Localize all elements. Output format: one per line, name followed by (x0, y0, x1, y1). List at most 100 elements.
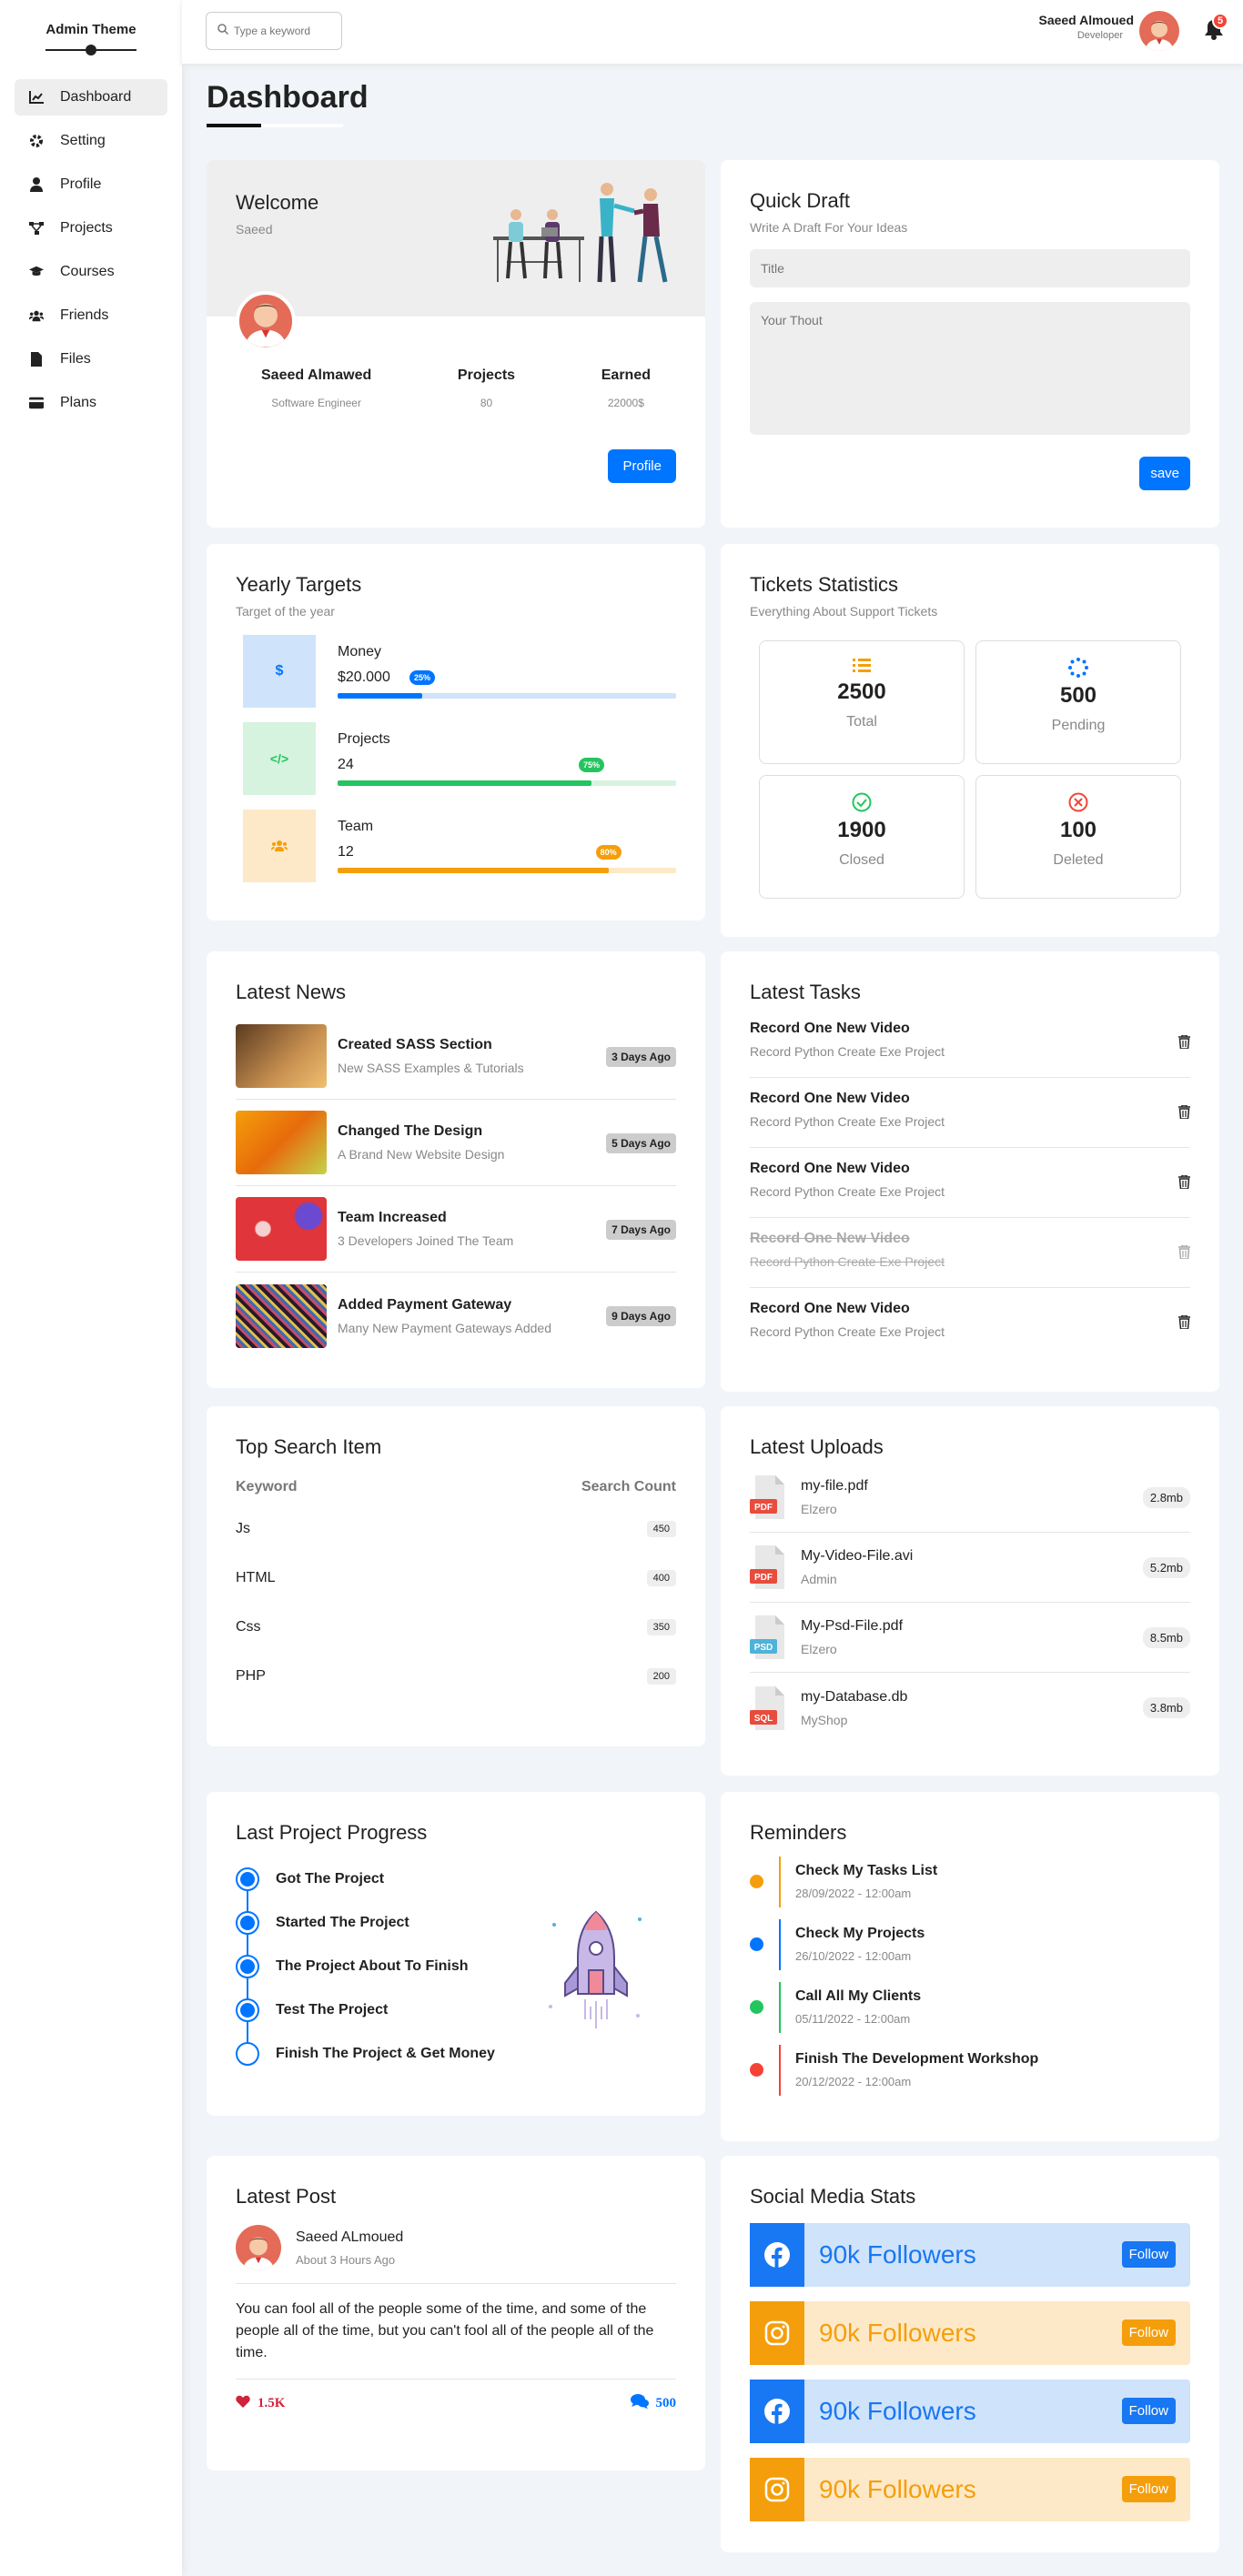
facebook-icon (750, 2380, 804, 2443)
news-item[interactable]: Added Payment Gateway Many New Payment G… (236, 1273, 676, 1359)
file-size: 8.5mb (1142, 1627, 1190, 1648)
upload-item[interactable]: PDF my-file.pdf Elzero 2.8mb (750, 1463, 1190, 1533)
reminder-item[interactable]: Check My Projects 26/10/2022 - 12:00am (750, 1913, 1190, 1976)
follow-button[interactable]: Follow (1121, 2398, 1176, 2424)
ticket-label: Total (846, 714, 877, 730)
news-item[interactable]: Changed The Design A Brand New Website D… (236, 1100, 676, 1186)
reminder-item[interactable]: Finish The Development Workshop 20/12/20… (750, 2038, 1190, 2101)
col-count: Search Count (581, 1479, 676, 1494)
reminder-dot (750, 2063, 763, 2077)
trash-icon[interactable] (1178, 1104, 1190, 1123)
task-sub: Record Python Create Exe Project (750, 1184, 945, 1199)
comments-count: 500 (655, 2396, 677, 2410)
reminder-item[interactable]: Check My Tasks List 28/09/2022 - 12:00am (750, 1850, 1190, 1913)
keyword: HTML (236, 1570, 276, 1585)
ticket-closed: 1900 Closed (759, 775, 965, 899)
reminder-dot (750, 1875, 763, 1888)
news-item[interactable]: Team Increased 3 Developers Joined The T… (236, 1186, 676, 1273)
notification-button[interactable]: 5 (1205, 13, 1228, 40)
reminder-title: Check My Tasks List (795, 1863, 938, 1878)
step-done-icon (236, 1867, 259, 1891)
brand-title: Admin Theme (45, 22, 136, 37)
draft-title-input[interactable] (750, 249, 1190, 287)
table-row: Js 450 (236, 1504, 676, 1554)
stat-value: 22000$ (607, 397, 644, 409)
tickets-subtitle: Everything About Support Tickets (750, 604, 938, 619)
sidebar-item-profile[interactable]: Profile (15, 166, 167, 203)
pdf-file-icon: PDF (750, 1545, 786, 1589)
credit-card-icon (29, 396, 44, 410)
draft-body-input[interactable] (750, 302, 1190, 435)
header-avatar[interactable] (1139, 11, 1179, 51)
follow-button[interactable]: Follow (1121, 2241, 1176, 2268)
upload-item[interactable]: SQL my-Database.db MyShop 3.8mb (750, 1673, 1190, 1743)
news-image (236, 1197, 327, 1261)
step-done-icon (236, 1911, 259, 1935)
sidebar-nav: Dashboard Setting Profile Projects Cours… (0, 79, 182, 421)
spinner-icon (976, 658, 1180, 678)
top-search-list: Js 450 HTML 400 Css 350 PHP 200 (236, 1504, 676, 1701)
news-image (236, 1111, 327, 1174)
file-name: My-Psd-File.pdf (801, 1618, 904, 1634)
tickets-card: Tickets Statistics Everything About Supp… (721, 544, 1219, 937)
progress-step: Got The Project (236, 1857, 676, 1901)
target-label: Money (338, 644, 382, 659)
upload-item[interactable]: PDF My-Video-File.avi Admin 5.2mb (750, 1533, 1190, 1603)
welcome-card: Welcome Saeed Saeed Almawed Software Eng… (207, 160, 705, 528)
file-size: 3.8mb (1142, 1697, 1190, 1718)
brand-divider (45, 43, 136, 55)
trash-icon[interactable] (1178, 1034, 1190, 1053)
sql-file-icon: SQL (750, 1685, 786, 1730)
trash-icon[interactable] (1178, 1244, 1190, 1263)
tasks-title: Latest Tasks (750, 981, 861, 1003)
reminder-item[interactable]: Call All My Clients 05/11/2022 - 12:00am (750, 1976, 1190, 2038)
x-circle-icon (976, 792, 1180, 812)
file-owner: Elzero (801, 1502, 837, 1516)
like-button[interactable]: 1.5K (236, 2394, 285, 2413)
stat-label: Saeed Almawed (261, 367, 372, 383)
comments-button[interactable]: 500 (630, 2394, 677, 2413)
ticket-label: Deleted (1053, 852, 1104, 868)
search-count: 350 (646, 1619, 676, 1635)
reminders-card: Reminders Check My Tasks List 28/09/2022… (721, 1792, 1219, 2141)
sidebar-item-projects[interactable]: Projects (15, 210, 167, 247)
sidebar-item-plans[interactable]: Plans (15, 385, 167, 421)
file-ext: PDF (754, 1573, 773, 1583)
file-ext: SQL (754, 1714, 773, 1724)
file-name: my-Database.db (801, 1688, 908, 1705)
ticket-pending: 500 Pending (975, 640, 1181, 764)
search-box[interactable] (206, 12, 342, 50)
file-owner: MyShop (801, 1712, 848, 1727)
keyword: PHP (236, 1668, 266, 1684)
sidebar-item-files[interactable]: Files (15, 341, 167, 377)
user-name: Saeed Almoued (1038, 13, 1134, 27)
sidebar-item-friends[interactable]: Friends (15, 297, 167, 334)
latest-uploads-card: Latest Uploads PDF my-file.pdf Elzero 2.… (721, 1406, 1219, 1776)
task-title: Record One New Video (750, 1091, 910, 1106)
sidebar-item-dashboard[interactable]: Dashboard (15, 79, 167, 116)
sidebar-item-courses[interactable]: Courses (15, 254, 167, 290)
tasks-list: Record One New Video Record Python Creat… (750, 1008, 1190, 1358)
task-title: Record One New Video (750, 1161, 910, 1176)
followers-count: 90k Followers (819, 2319, 976, 2347)
follow-button[interactable]: Follow (1121, 2319, 1176, 2346)
target-projects: </> Projects 24 75% (236, 722, 676, 795)
followers-count: 90k Followers (819, 2475, 976, 2503)
project-progress-card: Last Project Progress Got The Project St… (207, 1792, 705, 2116)
trash-icon[interactable] (1178, 1314, 1190, 1333)
sidebar: Admin Theme Dashboard Setting Profile Pr… (0, 0, 182, 2576)
profile-button[interactable]: Profile (608, 449, 676, 483)
trash-icon[interactable] (1178, 1174, 1190, 1193)
target-label: Team (338, 819, 374, 834)
search-input[interactable] (234, 25, 334, 37)
top-search-title: Top Search Item (236, 1435, 382, 1458)
post-author: Saeed ALmoued (296, 2229, 404, 2245)
save-button[interactable]: save (1139, 457, 1190, 490)
follow-button[interactable]: Follow (1121, 2476, 1176, 2502)
upload-item[interactable]: PSD My-Psd-File.pdf Elzero 8.5mb (750, 1603, 1190, 1673)
file-owner: Elzero (801, 1642, 837, 1656)
news-item[interactable]: Created SASS Section New SASS Examples &… (236, 1013, 676, 1100)
sidebar-item-setting[interactable]: Setting (15, 123, 167, 159)
step-pending-icon (236, 2042, 259, 2066)
target-progress: 80% (338, 845, 676, 873)
